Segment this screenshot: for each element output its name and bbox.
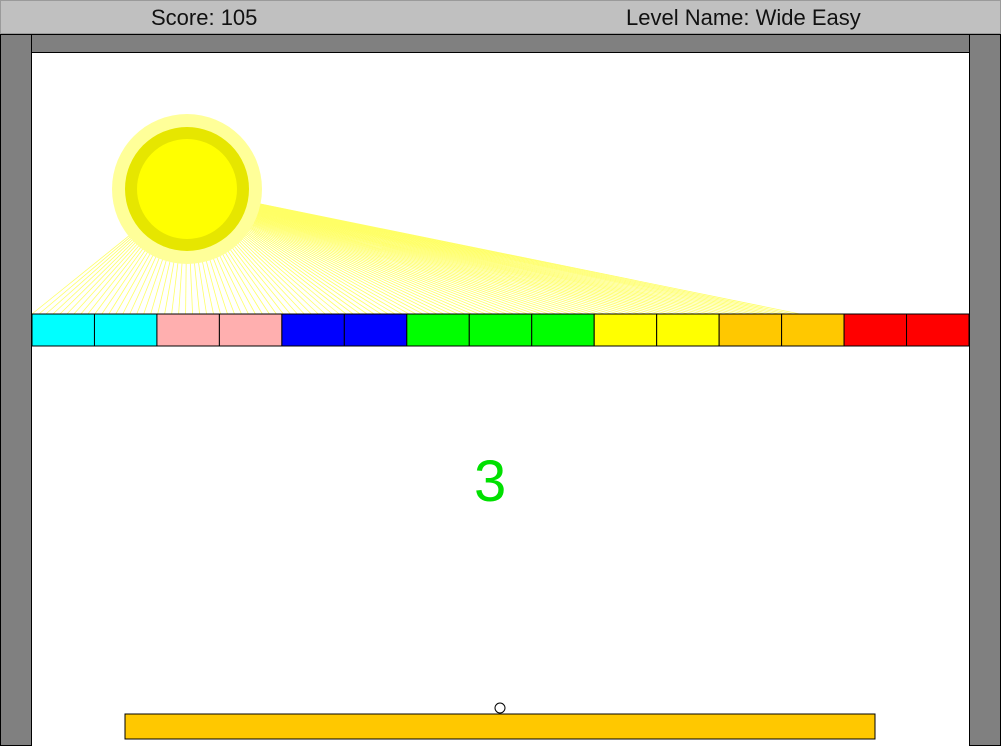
brick: [656, 313, 720, 347]
brick: [218, 313, 283, 347]
block-row: [31, 313, 970, 347]
brick: [93, 313, 158, 347]
game-window: Score: 105 Level Name: Wide Easy 3: [0, 0, 1001, 746]
brick: [156, 313, 220, 347]
game-scene: [31, 114, 970, 740]
brick: [468, 313, 533, 347]
brick: [343, 313, 408, 347]
sun-icon: [112, 114, 262, 264]
brick: [781, 313, 845, 347]
brick: [31, 313, 95, 347]
brick: [593, 313, 658, 347]
brick: [843, 313, 908, 347]
sun-core: [137, 139, 237, 239]
ball: [494, 702, 506, 714]
brick: [281, 313, 345, 347]
brick: [406, 313, 470, 347]
brick: [718, 313, 783, 347]
brick: [906, 313, 970, 347]
brick: [531, 313, 595, 347]
paddle[interactable]: [124, 713, 876, 740]
countdown-number: 3: [474, 449, 507, 514]
